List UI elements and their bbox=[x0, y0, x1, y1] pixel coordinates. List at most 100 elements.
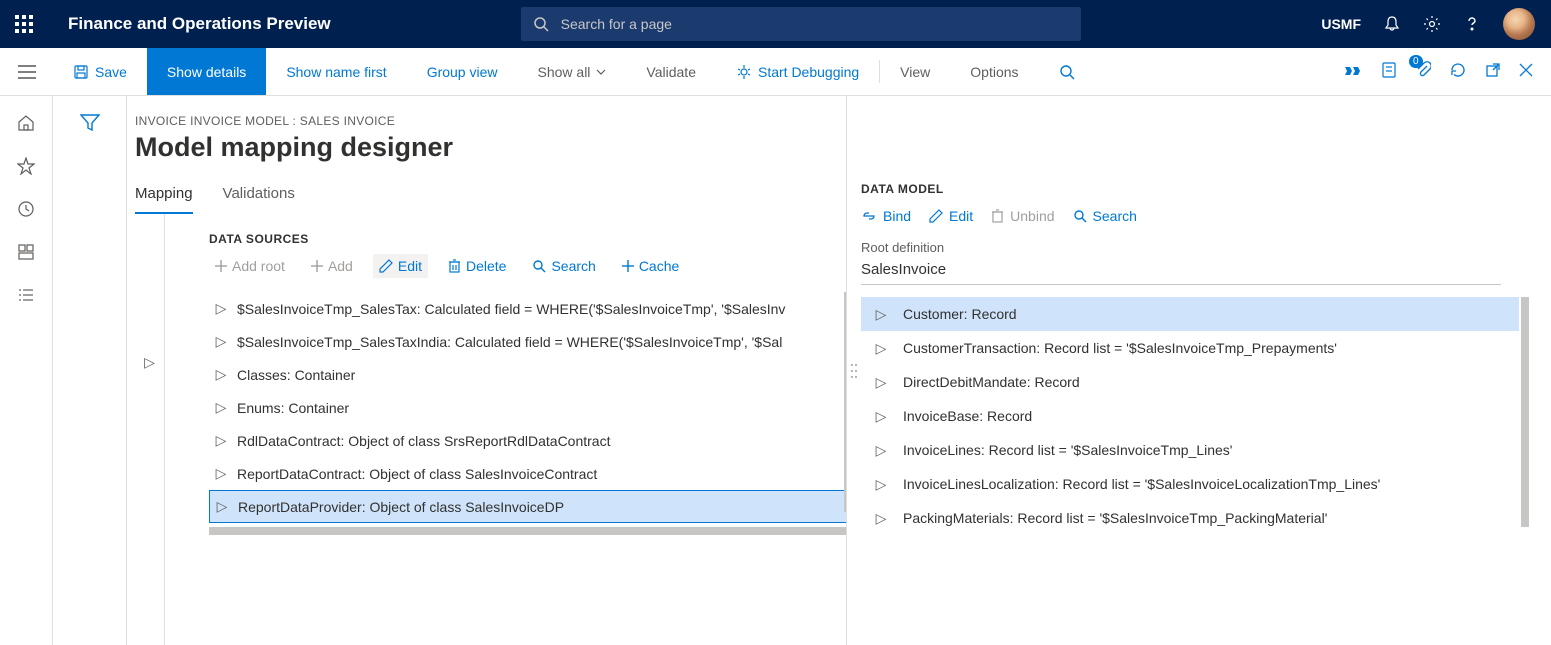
datamodel-row[interactable]: ▷InvoiceBase: Record bbox=[861, 399, 1519, 433]
unbind-button[interactable]: Unbind bbox=[991, 208, 1054, 224]
datasource-row[interactable]: ▷ $SalesInvoiceTmp_SalesTax: Calculated f… bbox=[209, 292, 846, 325]
datasource-row[interactable]: ▷Classes: Container bbox=[209, 358, 846, 391]
caret-right-icon: ▷ bbox=[873, 306, 889, 323]
datamodel-label: CustomerTransaction: Record list = '$Sal… bbox=[903, 340, 1337, 356]
add-button[interactable]: Add bbox=[305, 254, 359, 278]
view-menu[interactable]: View bbox=[880, 48, 950, 95]
home-icon bbox=[17, 114, 35, 132]
datasource-label: $SalesInvoiceTmp_SalesTaxIndia: Calculat… bbox=[237, 334, 782, 350]
edit-button[interactable]: Edit bbox=[373, 254, 428, 278]
vertical-scrollbar[interactable] bbox=[1521, 297, 1529, 527]
help-button[interactable] bbox=[1463, 15, 1481, 33]
filter-button[interactable] bbox=[80, 114, 100, 645]
nav-recent[interactable] bbox=[17, 200, 35, 221]
caret-right-icon: ▷ bbox=[213, 300, 229, 317]
tab-validations[interactable]: Validations bbox=[223, 185, 295, 214]
datamodel-row[interactable]: ▷ DirectDebitMandate: Record bbox=[861, 365, 1519, 399]
nav-favorites[interactable] bbox=[17, 157, 35, 178]
datasource-label: $SalesInvoiceTmp_SalesTax: Calculated fi… bbox=[237, 301, 785, 317]
modules-icon bbox=[17, 286, 35, 304]
dm-edit-button[interactable]: Edit bbox=[929, 208, 973, 224]
delete-button[interactable]: Delete bbox=[442, 254, 512, 278]
nav-workspaces[interactable] bbox=[17, 243, 35, 264]
datasource-label: Classes: Container bbox=[237, 367, 355, 383]
search-icon bbox=[533, 16, 549, 32]
trash-icon bbox=[991, 209, 1004, 223]
splitter-icon bbox=[851, 361, 857, 381]
flow-icon bbox=[1345, 65, 1363, 77]
caret-right-icon: ▷ bbox=[873, 374, 889, 391]
datasource-label: ReportDataProvider: Object of class Sale… bbox=[238, 499, 564, 515]
refresh-button[interactable] bbox=[1449, 61, 1467, 82]
datasource-row[interactable]: ▷ReportDataContract: Object of class Sal… bbox=[209, 457, 846, 490]
add-root-button[interactable]: Add root bbox=[209, 254, 291, 278]
datamodel-label: InvoiceLines: Record list = '$SalesInvoi… bbox=[903, 442, 1232, 458]
notifications-button[interactable] bbox=[1383, 15, 1401, 33]
nav-home[interactable] bbox=[17, 114, 35, 135]
vertical-scrollbar[interactable] bbox=[844, 292, 846, 512]
app-launcher[interactable] bbox=[0, 0, 48, 48]
datasource-row[interactable]: ▷$SalesInvoiceTmp_SalesTaxIndia: Calcula… bbox=[209, 325, 846, 358]
popout-button[interactable] bbox=[1485, 62, 1501, 81]
group-view-button[interactable]: Group view bbox=[407, 48, 518, 95]
datamodel-label: DirectDebitMandate: Record bbox=[903, 374, 1080, 390]
bind-button[interactable]: Bind bbox=[861, 208, 911, 224]
datamodel-row[interactable]: ▷ CustomerTransaction: Record list = '$Sa… bbox=[861, 331, 1519, 365]
plus-icon bbox=[215, 260, 227, 272]
validate-button[interactable]: Validate bbox=[626, 48, 716, 95]
page-title: Model mapping designer bbox=[135, 132, 846, 163]
caret-right-icon: ▷ bbox=[873, 442, 889, 459]
page-search-button[interactable] bbox=[1039, 48, 1095, 95]
gear-icon bbox=[1423, 15, 1441, 33]
start-debugging-button[interactable]: Start Debugging bbox=[716, 48, 879, 95]
show-all-dropdown[interactable]: Show all bbox=[518, 48, 627, 95]
datamodel-row[interactable]: ▷ InvoiceLines: Record list = '$SalesInvo… bbox=[861, 433, 1519, 467]
office-button[interactable] bbox=[1381, 61, 1397, 82]
tab-mapping[interactable]: Mapping bbox=[135, 185, 193, 214]
search-icon bbox=[532, 259, 546, 273]
options-menu[interactable]: Options bbox=[950, 48, 1038, 95]
datamodel-row[interactable]: ▷PackingMaterials: Record list = '$Sales… bbox=[861, 501, 1519, 535]
horizontal-scrollbar[interactable] bbox=[209, 527, 846, 535]
root-definition-value[interactable]: SalesInvoice bbox=[861, 261, 1501, 285]
help-icon bbox=[1463, 15, 1481, 33]
datasource-row[interactable]: ▷RdlDataContract: Object of class SrsRep… bbox=[209, 424, 846, 457]
attachments-button[interactable]: 0 bbox=[1415, 61, 1431, 82]
link-button[interactable] bbox=[1345, 64, 1363, 80]
popout-icon bbox=[1485, 62, 1501, 78]
filter-icon bbox=[80, 114, 100, 132]
search-button[interactable]: Search bbox=[526, 254, 601, 278]
datamodel-row[interactable]: ▷Customer: Record bbox=[861, 297, 1519, 331]
user-avatar[interactable] bbox=[1503, 8, 1535, 40]
nav-toggle[interactable] bbox=[0, 48, 53, 95]
datasource-types-expander[interactable]: ▷ bbox=[135, 214, 165, 645]
datamodel-label: InvoiceLinesLocalization: Record list = … bbox=[903, 476, 1380, 492]
breadcrumb: INVOICE INVOICE MODEL : SALES INVOICE bbox=[135, 114, 846, 128]
settings-button[interactable] bbox=[1423, 15, 1441, 33]
plus-icon bbox=[311, 260, 323, 272]
workspace-icon bbox=[17, 243, 35, 261]
cache-button[interactable]: Cache bbox=[616, 254, 685, 278]
datamodel-row[interactable]: ▷InvoiceLinesLocalization: Record list =… bbox=[861, 467, 1519, 501]
pencil-icon bbox=[929, 209, 943, 223]
star-icon bbox=[17, 157, 35, 175]
caret-right-icon: ▷ bbox=[214, 498, 230, 515]
datasource-row[interactable]: ▷Enums: Container bbox=[209, 391, 846, 424]
datasource-row[interactable]: ▷ ReportDataProvider: Object of class Sal… bbox=[209, 490, 846, 523]
app-title: Finance and Operations Preview bbox=[68, 14, 331, 34]
caret-right-icon: ▷ bbox=[873, 408, 889, 425]
plus-icon bbox=[622, 260, 634, 272]
caret-right-icon: ▷ bbox=[873, 340, 889, 357]
show-details-button[interactable]: Show details bbox=[147, 48, 266, 95]
save-button[interactable]: Save bbox=[53, 48, 147, 95]
caret-right-icon: ▷ bbox=[144, 354, 155, 371]
caret-right-icon: ▷ bbox=[873, 510, 889, 527]
close-button[interactable] bbox=[1519, 63, 1533, 80]
dm-search-button[interactable]: Search bbox=[1073, 208, 1137, 224]
company-picker[interactable]: USMF bbox=[1321, 16, 1361, 32]
global-search[interactable]: Search for a page bbox=[521, 7, 1081, 41]
clock-icon bbox=[17, 200, 35, 218]
nav-modules[interactable] bbox=[17, 286, 35, 307]
show-name-first-button[interactable]: Show name first bbox=[266, 48, 406, 95]
splitter[interactable] bbox=[847, 96, 861, 645]
